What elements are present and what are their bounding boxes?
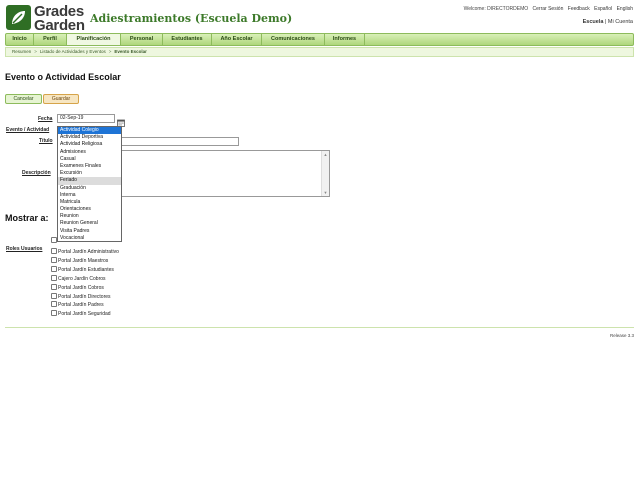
nav-item-planificacion[interactable]: Planificación <box>67 34 121 45</box>
date-field[interactable]: 02-Sep-19 <box>57 114 115 123</box>
scroll-down-icon[interactable]: ▼ <box>323 190 328 195</box>
event-option[interactable]: Graduación <box>58 185 121 192</box>
role-checkbox[interactable] <box>51 293 57 299</box>
role-label: Portal Jardín Estudiantes <box>58 267 114 273</box>
role-checkbox[interactable] <box>51 301 57 307</box>
description-scrollbar[interactable]: ▲ ▼ <box>321 151 329 196</box>
description-textarea[interactable]: ▲ ▼ <box>120 150 330 197</box>
my-account-link[interactable]: Mi Cuenta <box>608 19 633 25</box>
calendar-icon[interactable] <box>117 114 125 127</box>
event-option[interactable]: Matricula <box>58 199 121 206</box>
show-all-checkbox[interactable] <box>51 237 57 243</box>
role-checkbox[interactable] <box>51 257 57 263</box>
breadcrumb-listado[interactable]: Listado de Actividades y Eventos <box>40 49 106 54</box>
event-label: Evento / Actividad <box>6 127 50 133</box>
breadcrumb-resumen[interactable]: Resumen <box>12 49 31 54</box>
nav-item-ano-escolar[interactable]: Año Escolar <box>212 34 262 45</box>
event-type-listbox[interactable]: Actividad Colegio Actividad Deportiva Ac… <box>57 126 122 242</box>
page-title: Evento o Actividad Escolar <box>5 72 121 82</box>
breadcrumb-separator: > <box>108 49 112 54</box>
nav-item-informes[interactable]: Informes <box>325 34 365 45</box>
language-english-link[interactable]: English <box>617 6 633 12</box>
language-spanish-link[interactable]: Español <box>594 6 612 12</box>
date-label: Fecha <box>38 116 53 122</box>
role-checkbox[interactable] <box>51 266 57 272</box>
welcome-text: Welcome: DIRECTORDEMO <box>463 6 529 12</box>
release-version: Release 3.3 <box>609 333 634 338</box>
main-nav: Inicio Perfil Planificación Personal Est… <box>5 33 634 46</box>
nav-item-comunicaciones[interactable]: Comunicaciones <box>262 34 325 45</box>
nav-item-perfil[interactable]: Perfil <box>34 34 67 45</box>
user-roles-label: Roles Usuarios <box>6 246 43 252</box>
feedback-link[interactable]: Feedback <box>568 6 590 12</box>
save-button[interactable]: Guardar <box>43 94 79 104</box>
role-label: Portal Jardín Seguridad <box>58 311 111 317</box>
event-option[interactable]: Reunion <box>58 213 121 220</box>
nav-item-personal[interactable]: Personal <box>121 34 163 45</box>
event-option[interactable]: Orientaciones <box>58 206 121 213</box>
event-option[interactable]: Feriado <box>58 177 121 185</box>
event-option[interactable]: Excursión <box>58 170 121 177</box>
role-label: Portal Jardín Cobros <box>58 285 104 291</box>
role-label: Cajero Jardín Cobros <box>58 276 106 282</box>
scroll-up-icon[interactable]: ▲ <box>323 152 328 157</box>
description-label: Descripción <box>22 170 51 176</box>
event-option[interactable]: Vocacional <box>58 235 121 241</box>
footer-divider <box>5 327 634 328</box>
event-option[interactable]: Casual <box>58 156 121 163</box>
nav-item-inicio[interactable]: Inicio <box>6 34 34 45</box>
brand-name-line2: Garden <box>34 17 85 34</box>
event-option[interactable]: Actividad Colegio <box>58 127 121 135</box>
breadcrumb-current: Evento Escolar <box>114 49 147 54</box>
event-option[interactable]: Examenes Finales <box>58 163 121 170</box>
show-to-heading: Mostrar a: <box>5 213 49 223</box>
role-label: Portal Jardín Maestros <box>58 258 109 264</box>
leaf-logo-icon <box>6 5 31 30</box>
logout-link[interactable]: Cerrar Sesión <box>533 6 564 12</box>
role-label: Portal Jardín Padres <box>58 302 104 308</box>
event-option[interactable]: Actividad Deportiva <box>58 134 121 141</box>
account-bar: Escuela | Mi Cuenta <box>583 19 633 25</box>
event-option[interactable]: Admisiones <box>58 149 121 156</box>
brand-logo[interactable]: Grades Garden <box>6 4 85 34</box>
title-input[interactable] <box>120 137 239 146</box>
event-option[interactable]: Interna <box>58 192 121 199</box>
app-title: Adiestramientos (Escuela Demo) <box>90 12 293 25</box>
account-separator: | <box>604 19 607 25</box>
role-checkbox[interactable] <box>51 275 57 281</box>
role-checkbox[interactable] <box>51 310 57 316</box>
role-label: Portal Jardín Directores <box>58 294 111 300</box>
role-label: Portal Jardín Administrativo <box>58 249 119 255</box>
event-option[interactable]: Reunion General <box>58 220 121 227</box>
role-checkbox[interactable] <box>51 248 57 254</box>
nav-item-estudiantes[interactable]: Estudiantes <box>163 34 212 45</box>
breadcrumb: Resumen > Listado de Actividades y Eventos… <box>5 47 634 57</box>
role-checkbox[interactable] <box>51 284 57 290</box>
user-bar: Welcome: DIRECTORDEMO Cerrar Sesión Feed… <box>461 6 633 12</box>
cancel-button[interactable]: Cancelar <box>5 94 42 104</box>
title-label: Título <box>39 138 53 144</box>
event-option[interactable]: Actividad Religiosa <box>58 141 121 148</box>
breadcrumb-separator: > <box>34 49 37 54</box>
event-option[interactable]: Visita Padres <box>58 228 121 235</box>
school-link[interactable]: Escuela <box>583 19 604 25</box>
